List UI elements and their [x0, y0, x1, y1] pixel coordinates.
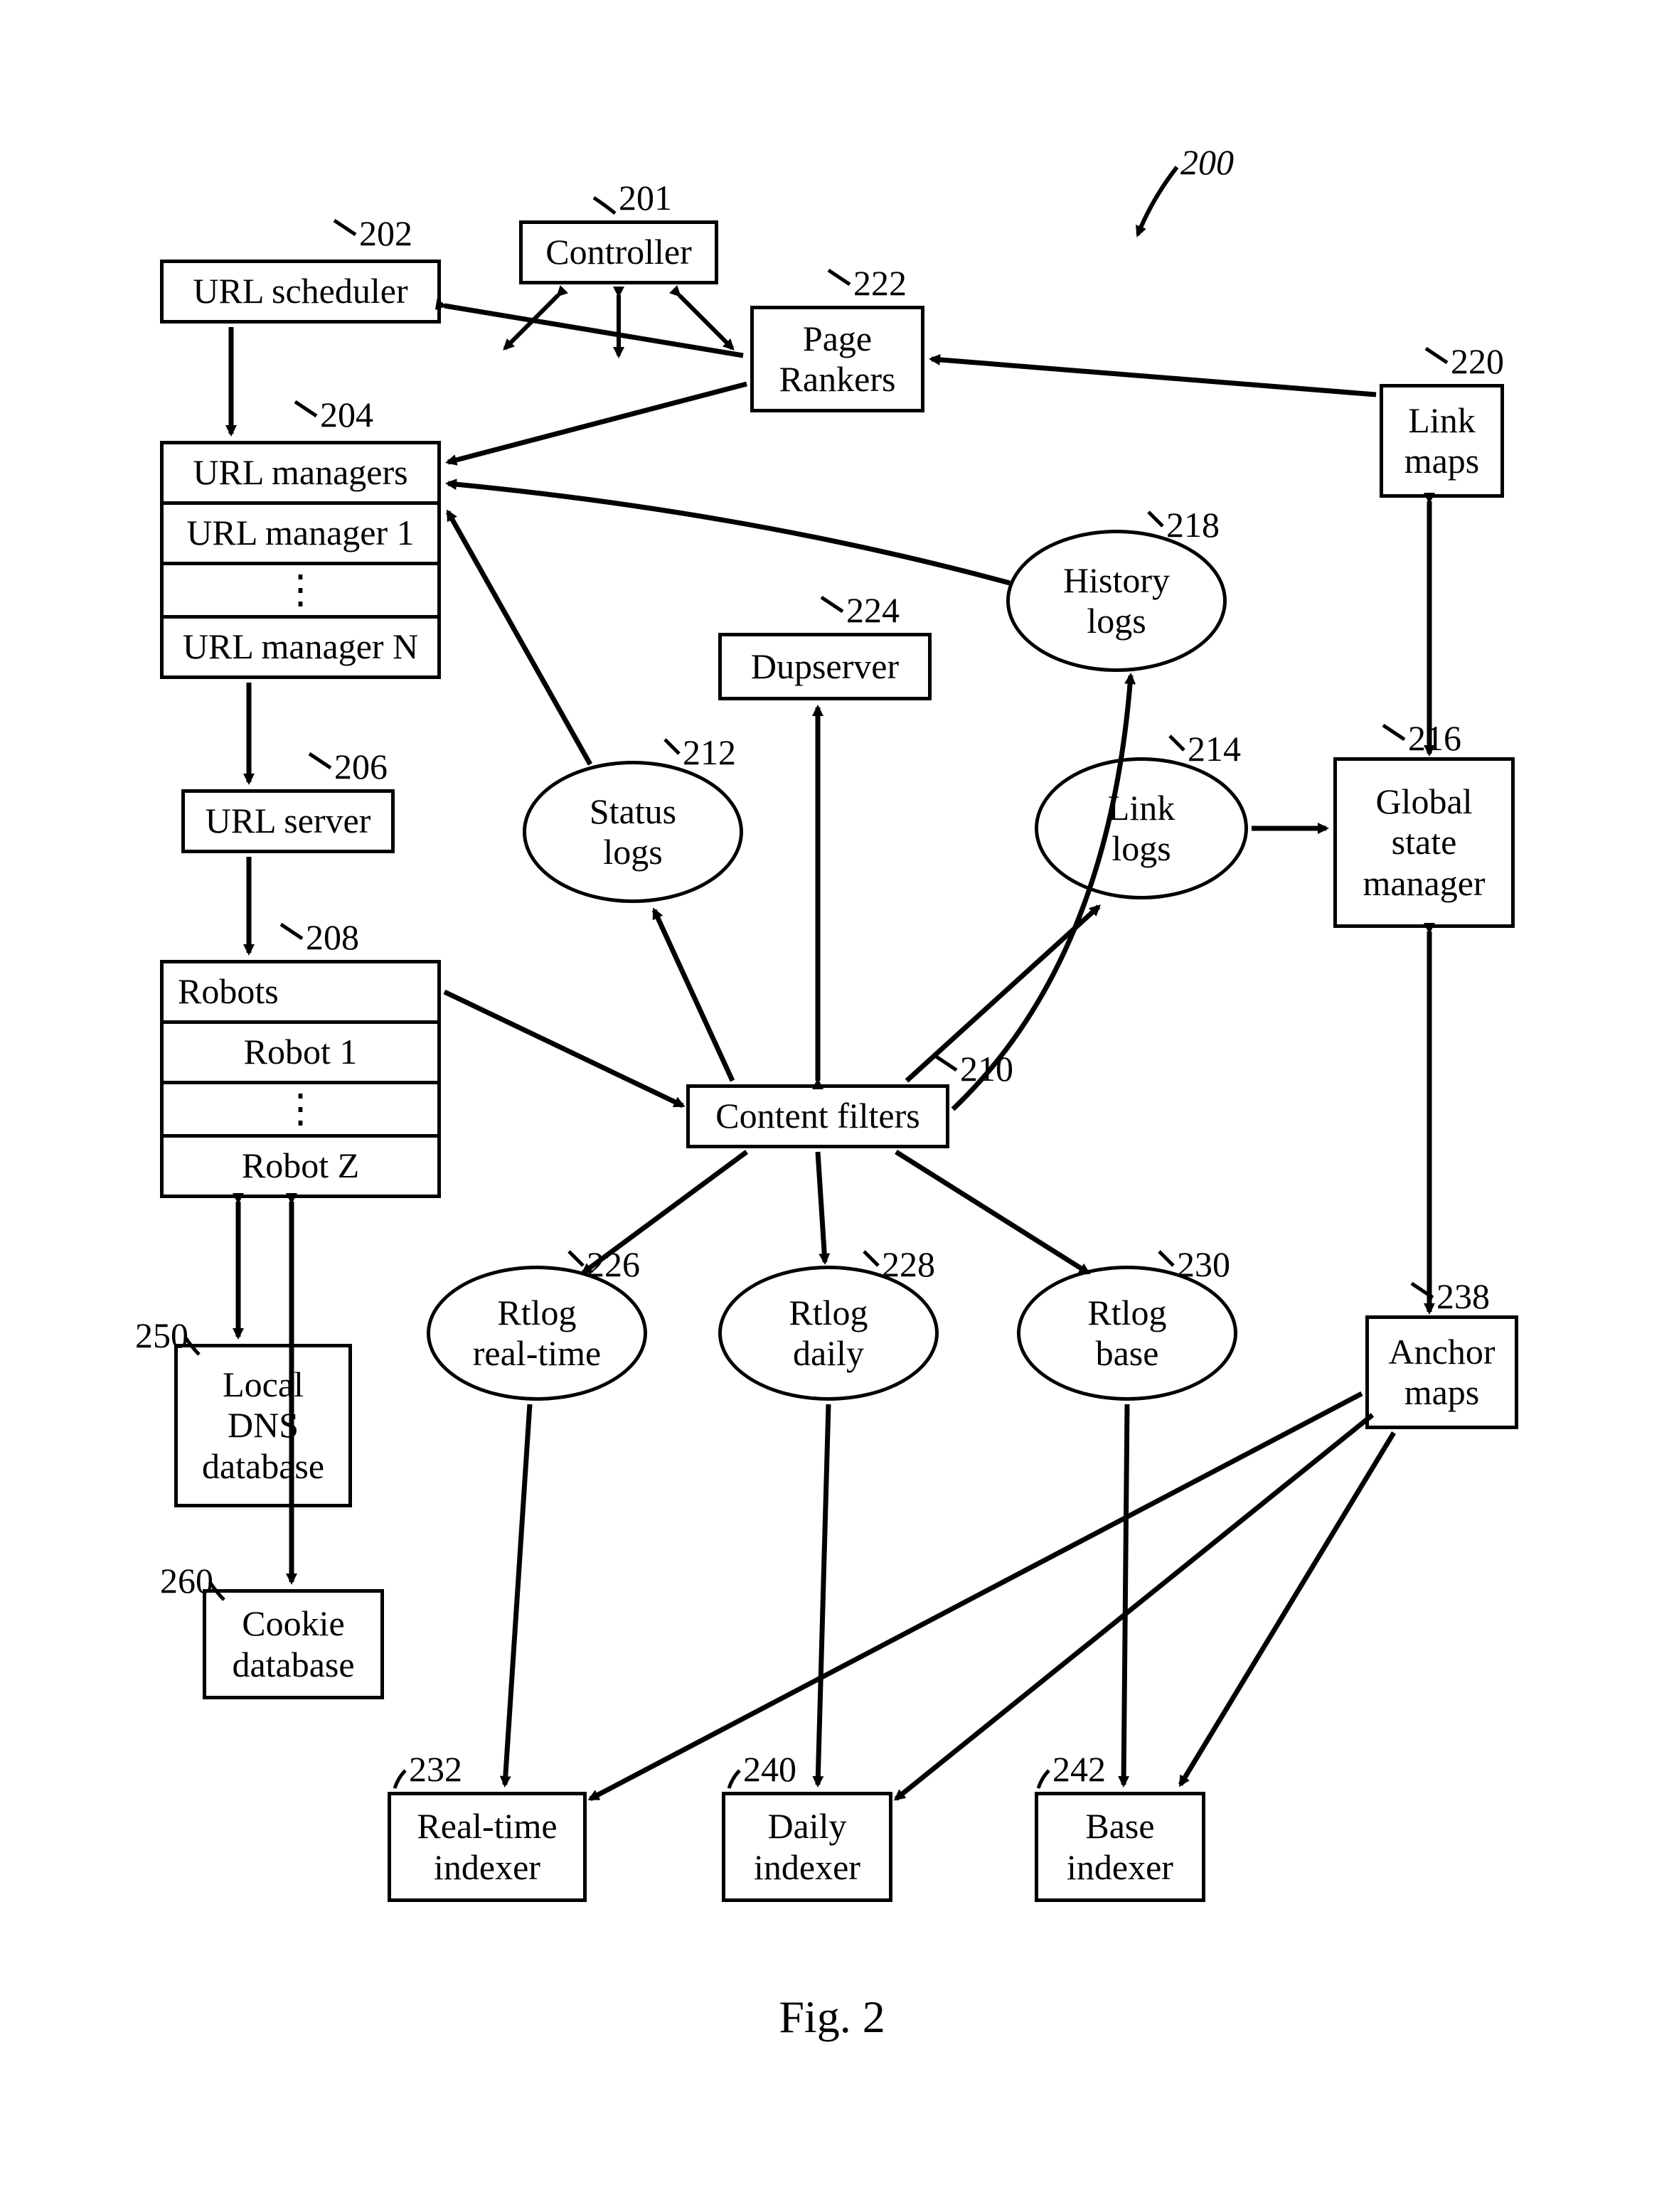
node-robot-1: Robot 1 [160, 1024, 441, 1084]
ref-224: 224 [846, 590, 900, 631]
node-daily-indexer-text: Daily indexer [754, 1806, 860, 1888]
ref-216: 216 [1408, 718, 1461, 759]
node-url-manager-n-text: URL manager N [183, 626, 418, 668]
node-local-dns: Local DNS database [174, 1344, 352, 1507]
node-url-manager-dots: ⋮ [160, 565, 441, 619]
ref-260: 260 [160, 1561, 213, 1602]
node-anchor-maps: Anchor maps [1365, 1315, 1518, 1429]
node-history-logs-text: History logs [1063, 560, 1170, 642]
ref-230: 230 [1177, 1244, 1230, 1286]
ref-204: 204 [320, 395, 373, 436]
node-status-logs-text: Status logs [590, 791, 676, 873]
ref-208: 208 [306, 917, 359, 958]
node-controller-text: Controller [545, 232, 692, 273]
node-url-scheduler: URL scheduler [160, 260, 441, 324]
node-url-managers-hdr-text: URL managers [193, 452, 407, 493]
node-page-rankers-text: Page Rankers [779, 319, 896, 400]
ref-222: 222 [853, 263, 907, 304]
node-robot-dots: ⋮ [160, 1084, 441, 1138]
ref-240: 240 [743, 1749, 796, 1790]
node-history-logs: History logs [1006, 530, 1227, 672]
ref-200: 200 [1180, 142, 1234, 183]
node-link-maps: Link maps [1380, 384, 1504, 498]
node-url-manager-n: URL manager N [160, 619, 441, 679]
ref-212: 212 [683, 732, 736, 774]
figure-label: Fig. 2 [725, 1991, 939, 2043]
ref-232: 232 [409, 1749, 462, 1790]
node-content-filters: Content filters [686, 1084, 949, 1148]
ref-242: 242 [1052, 1749, 1106, 1790]
node-link-logs-text: Link logs [1108, 788, 1175, 870]
ref-218: 218 [1166, 505, 1220, 546]
ref-250: 250 [135, 1315, 188, 1357]
diagram-stage: 200 Controller 201 URL scheduler 202 Pag… [0, 0, 1674, 2212]
node-realtime-indexer-text: Real-time indexer [417, 1806, 557, 1888]
node-robots-hdr: Robots [160, 960, 441, 1024]
node-rtlog-base: Rtlog base [1017, 1266, 1237, 1401]
node-url-manager-dots-text: ⋮ [281, 567, 321, 613]
ref-214: 214 [1188, 729, 1241, 770]
ref-202: 202 [359, 213, 412, 255]
node-url-manager-1: URL manager 1 [160, 505, 441, 565]
node-url-server-text: URL server [206, 801, 371, 842]
node-robot-dots-text: ⋮ [281, 1086, 321, 1132]
node-global-state-mgr-text: Global state manager [1363, 781, 1485, 904]
node-link-maps-text: Link maps [1404, 400, 1480, 482]
node-dupserver: Dupserver [718, 633, 932, 700]
node-robot-z-text: Robot Z [242, 1145, 359, 1187]
node-cookie-db-text: Cookie database [232, 1603, 354, 1685]
node-global-state-mgr: Global state manager [1333, 757, 1515, 928]
node-link-logs: Link logs [1035, 757, 1248, 899]
node-rtlog-base-text: Rtlog base [1087, 1293, 1166, 1374]
node-rtlog-daily: Rtlog daily [718, 1266, 939, 1401]
node-realtime-indexer: Real-time indexer [388, 1792, 587, 1902]
node-rtlog-realtime: Rtlog real-time [427, 1266, 647, 1401]
ref-226: 226 [587, 1244, 640, 1286]
node-url-server: URL server [181, 789, 395, 853]
node-dupserver-text: Dupserver [751, 646, 899, 688]
ref-220: 220 [1451, 341, 1504, 383]
node-url-scheduler-text: URL scheduler [193, 271, 407, 312]
ref-228: 228 [882, 1244, 935, 1286]
node-robot-1-text: Robot 1 [244, 1032, 358, 1073]
node-robots-hdr-text: Robots [171, 971, 430, 1013]
ref-210: 210 [960, 1049, 1013, 1090]
ref-206: 206 [334, 747, 388, 788]
node-controller: Controller [519, 220, 718, 284]
node-rtlog-realtime-text: Rtlog real-time [473, 1293, 601, 1374]
node-local-dns-text: Local DNS database [202, 1364, 324, 1487]
node-base-indexer-text: Base indexer [1067, 1806, 1173, 1888]
node-url-managers-hdr: URL managers [160, 441, 441, 505]
ref-238: 238 [1436, 1276, 1490, 1318]
node-cookie-db: Cookie database [203, 1589, 384, 1699]
node-page-rankers: Page Rankers [750, 306, 924, 412]
node-daily-indexer: Daily indexer [722, 1792, 892, 1902]
node-status-logs: Status logs [523, 761, 743, 903]
node-content-filters-text: Content filters [715, 1096, 919, 1137]
node-url-manager-1-text: URL manager 1 [186, 513, 414, 554]
ref-201: 201 [619, 178, 672, 219]
node-robot-z: Robot Z [160, 1138, 441, 1198]
node-base-indexer: Base indexer [1035, 1792, 1205, 1902]
node-rtlog-daily-text: Rtlog daily [789, 1293, 868, 1374]
node-anchor-maps-text: Anchor maps [1389, 1332, 1496, 1414]
